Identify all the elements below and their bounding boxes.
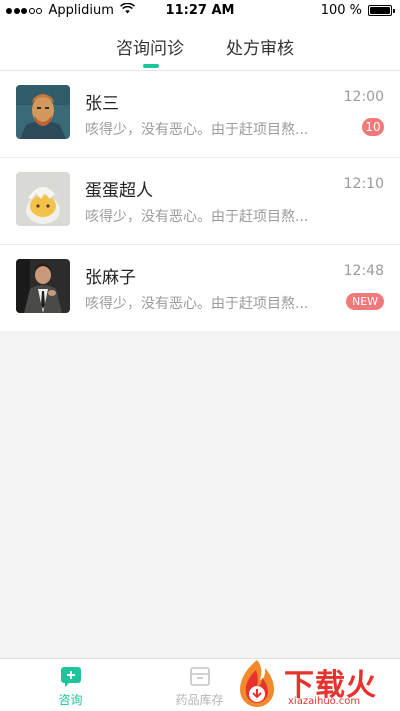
- chat-plus-icon: [60, 667, 82, 687]
- chat-name: 张麻子: [85, 268, 136, 288]
- chat-time: 12:48: [343, 263, 384, 279]
- chat-preview: 咳得少，没有恶心。由于赶项目熬...: [85, 209, 309, 225]
- chat-list: 张三 12:00 咳得少，没有恶心。由于赶项目熬... 10 蛋蛋超人 12:1…: [0, 71, 400, 331]
- chat-list-item[interactable]: 张麻子 12:48 咳得少，没有恶心。由于赶项目熬... NEW: [0, 245, 400, 331]
- avatar: [16, 259, 70, 313]
- battery-icon: [368, 5, 395, 16]
- avatar: [16, 172, 70, 226]
- chat-name: 张三: [85, 94, 119, 114]
- chat-time: 12:00: [343, 89, 384, 105]
- chat-preview: 咳得少，没有恶心。由于赶项目熬...: [85, 296, 309, 312]
- chat-list-item[interactable]: 张三 12:00 咳得少，没有恶心。由于赶项目熬... 10: [0, 71, 400, 158]
- nav-item-consult[interactable]: 咨询: [4, 659, 137, 711]
- status-bar: Applidium 11:27 AM 100 %: [0, 0, 400, 22]
- tab-prescription-review[interactable]: 处方审核: [226, 34, 294, 59]
- nav-label-consult: 咨询: [58, 693, 83, 707]
- battery-percent: 100 %: [320, 3, 362, 18]
- unread-count-badge: 10: [362, 118, 384, 136]
- tab-consultation[interactable]: 咨询问诊: [116, 34, 184, 59]
- top-tab-bar: 咨询问诊 处方审核: [0, 22, 400, 71]
- archive-box-icon: [189, 667, 211, 687]
- chat-preview: 咳得少，没有恶心。由于赶项目熬...: [85, 122, 309, 138]
- avatar: [16, 85, 70, 139]
- status-right: 100 %: [320, 3, 395, 18]
- active-tab-indicator: [143, 64, 159, 68]
- chat-name: 蛋蛋超人: [85, 181, 153, 201]
- watermark-url: xiazaihuo.com: [288, 696, 361, 707]
- chat-time: 12:10: [343, 176, 384, 192]
- chat-list-item[interactable]: 蛋蛋超人 12:10 咳得少，没有恶心。由于赶项目熬...: [0, 158, 400, 245]
- new-badge: NEW: [346, 293, 384, 310]
- watermark-logo: 下载火 xiazaihuo.com: [232, 656, 398, 710]
